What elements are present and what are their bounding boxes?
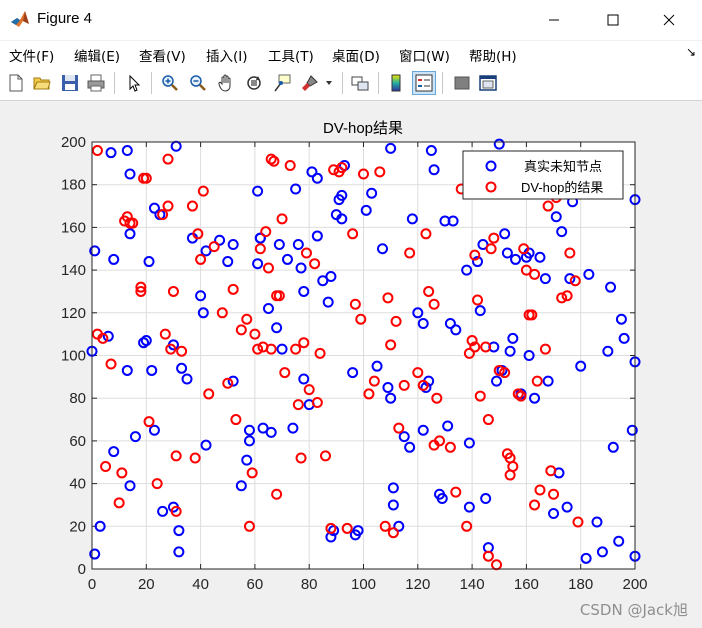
y-tick-label: 80 <box>69 390 86 407</box>
y-tick-label: 20 <box>69 518 86 535</box>
scatter-plot[interactable]: 0 20 40 60 80 100 120 140 160 180 200 0 20 40 60 80 100… <box>0 0 702 628</box>
x-tick-labels: 0 20 40 60 80 100 120 140 160 180 200 <box>88 576 648 593</box>
x-tick-label: 120 <box>405 576 430 593</box>
x-tick-label: 60 <box>247 576 264 593</box>
x-tick-label: 0 <box>88 576 96 593</box>
watermark: CSDN @Jack旭 <box>579 601 688 619</box>
x-tick-label: 20 <box>138 576 155 593</box>
x-tick-label: 80 <box>301 576 318 593</box>
legend[interactable]: 真实未知节点 DV-hop的结果 <box>462 150 624 200</box>
chart-title: DV-hop结果 <box>323 120 403 137</box>
y-tick-label: 140 <box>61 262 86 279</box>
y-tick-label: 180 <box>61 177 86 194</box>
legend-label-series1: 真实未知节点 <box>524 159 602 174</box>
y-tick-label: 160 <box>61 219 86 236</box>
x-tick-label: 180 <box>568 576 593 593</box>
legend-label-series2: DV-hop的结果 <box>521 180 603 195</box>
y-tick-label: 100 <box>61 348 86 365</box>
y-tick-labels: 0 20 40 60 80 100 120 140 160 180 200 <box>61 134 86 578</box>
x-tick-label: 100 <box>351 576 376 593</box>
x-tick-label: 200 <box>622 576 647 593</box>
x-tick-label: 160 <box>514 576 539 593</box>
x-tick-label: 40 <box>192 576 209 593</box>
y-tick-label: 0 <box>78 561 86 578</box>
y-tick-label: 120 <box>61 305 86 322</box>
y-tick-label: 40 <box>69 476 86 493</box>
y-tick-label: 60 <box>69 433 86 450</box>
x-tick-label: 140 <box>460 576 485 593</box>
y-tick-label: 200 <box>61 134 86 151</box>
